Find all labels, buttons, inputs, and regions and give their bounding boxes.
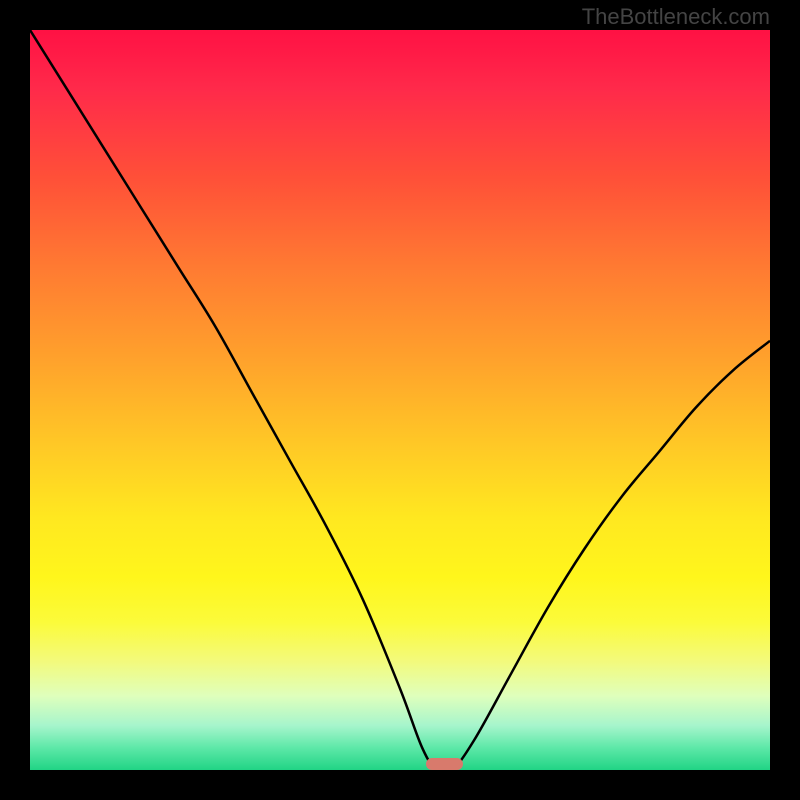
bottleneck-curve-path (30, 30, 770, 770)
chart-container: TheBottleneck.com (0, 0, 800, 800)
optimum-marker (426, 758, 463, 770)
watermark-text: TheBottleneck.com (582, 4, 770, 30)
curve-svg (30, 30, 770, 770)
chart-area (30, 30, 770, 770)
